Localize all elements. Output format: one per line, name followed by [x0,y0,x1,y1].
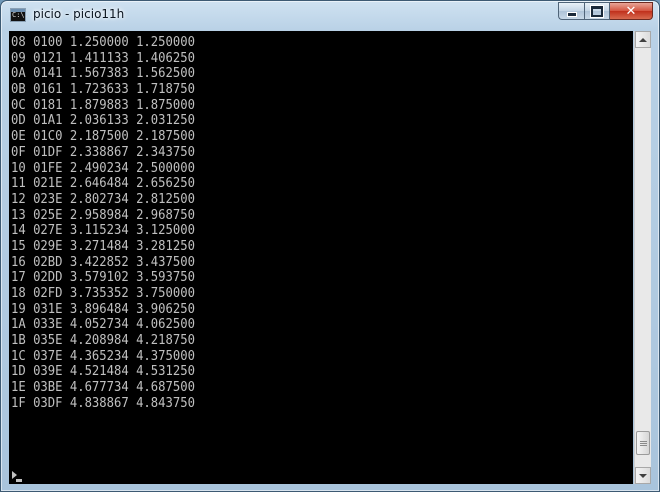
console-line: 1F 03DF 4.838867 4.843750 [11,395,195,411]
console-line: 0C 0181 1.879883 1.875000 [11,97,195,113]
console-line: 16 02BD 3.422852 3.437500 [11,254,195,270]
vertical-scrollbar[interactable] [634,31,651,484]
prompt-cursor [12,469,22,483]
console-line: 1D 039E 4.521484 4.531250 [11,364,195,380]
console-output[interactable]: 08 0100 1.250000 1.250000 09 0121 1.41113… [9,31,633,484]
console-line: 09 0121 1.411133 1.406250 [11,50,195,66]
thumb-grip [640,443,647,445]
console-line: 1C 037E 4.365234 4.375000 [11,348,195,364]
title-bar[interactable]: C:\. picio - picio11h ✕ [1,1,659,31]
console-line: 0A 0141 1.567383 1.562500 [11,66,195,82]
console-line: 11 021E 2.646484 2.656250 [11,176,195,192]
console-line: 12 023E 2.802734 2.812500 [11,191,195,207]
scroll-up-button[interactable] [635,31,651,48]
console-line: 1B 035E 4.208984 4.218750 [11,333,195,349]
prompt-caret-icon [12,471,17,479]
console-line: 17 02DD 3.579102 3.593750 [11,270,195,286]
window-title: picio - picio11h [33,7,125,21]
thumb-grip [640,441,647,443]
window-controls: ✕ [558,2,653,21]
console-line: 13 025E 2.958984 2.968750 [11,207,195,223]
minimize-button[interactable] [558,2,584,20]
close-icon: ✕ [625,3,637,19]
arrow-down-icon [639,473,647,478]
console-line: 0F 01DF 2.338867 2.343750 [11,144,195,160]
console-line: 0E 01C0 2.187500 2.187500 [11,129,195,145]
console-line: 14 027E 3.115234 3.125000 [11,223,195,239]
console-window-icon[interactable]: C:\. [10,8,29,22]
console-line: 19 031E 3.896484 3.906250 [11,301,195,317]
console-line: 15 029E 3.271484 3.281250 [11,238,195,254]
scroll-down-button[interactable] [635,467,651,484]
arrow-up-icon [639,37,647,42]
output-lines: 08 0100 1.250000 1.250000 09 0121 1.41113… [11,35,195,412]
console-window: C:\. picio - picio11h ✕ 08 0100 1.250000… [0,0,660,492]
maximize-button[interactable] [584,2,610,20]
close-button[interactable]: ✕ [610,2,653,20]
console-line: 1E 03BE 4.677734 4.687500 [11,380,195,396]
console-line: 1A 033E 4.052734 4.062500 [11,317,195,333]
minimize-icon [566,11,577,17]
console-line: 10 01FE 2.490234 2.500000 [11,160,195,176]
maximize-icon [590,4,604,18]
text-cursor [16,479,22,482]
console-line: 0B 0161 1.723633 1.718750 [11,82,195,98]
console-line: 08 0100 1.250000 1.250000 [11,35,195,50]
console-line: 0D 01A1 2.036133 2.031250 [11,113,195,129]
scrollbar-thumb[interactable] [636,431,650,456]
thumb-grip [640,445,647,447]
console-line: 18 02FD 3.735352 3.750000 [11,286,195,301]
